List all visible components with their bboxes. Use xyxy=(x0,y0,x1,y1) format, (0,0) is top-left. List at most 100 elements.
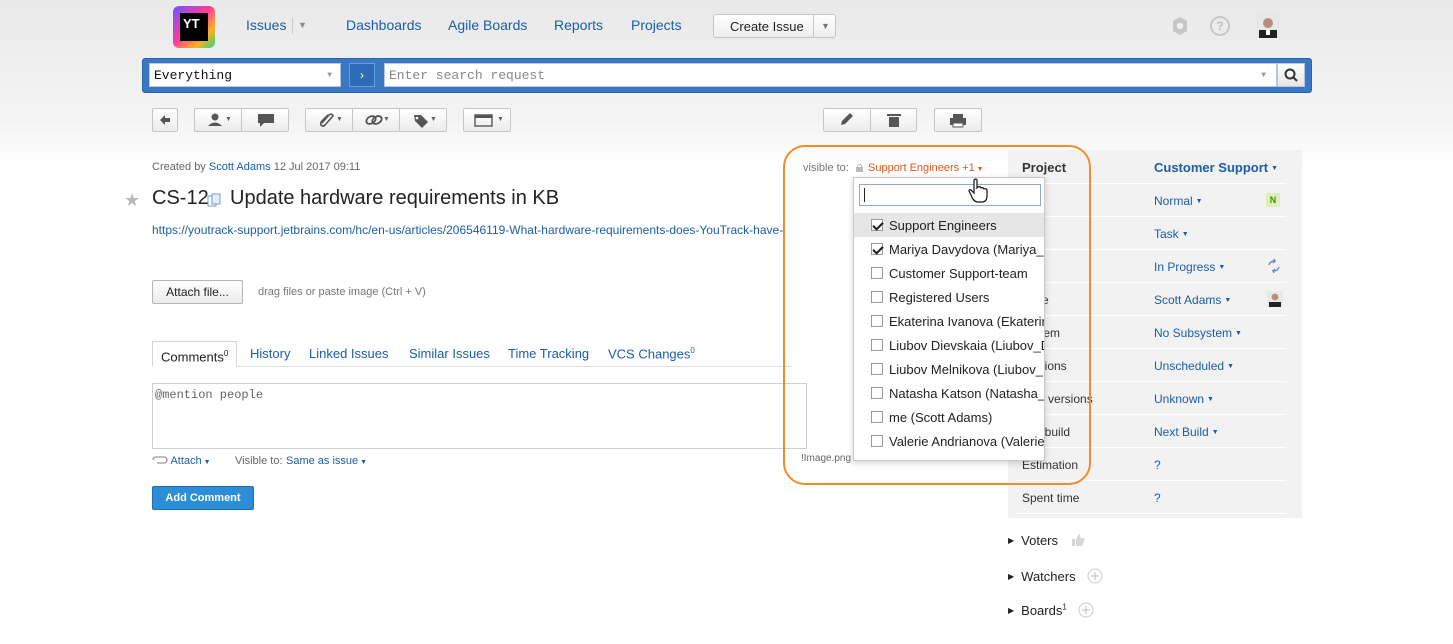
add-board-icon[interactable] xyxy=(1078,602,1094,618)
comment-visibility-select[interactable]: Same as issue ▼ xyxy=(286,455,367,467)
tab-comments-count: 0 xyxy=(223,349,229,358)
nav-projects[interactable]: Projects xyxy=(631,17,682,33)
chevron-down-icon: ▼ xyxy=(1227,363,1234,370)
comment-attach-link[interactable]: Attach ▼ xyxy=(152,455,211,467)
voters-section[interactable]: ▶ Voters xyxy=(1008,533,1086,548)
print-button[interactable] xyxy=(934,108,982,132)
field-value-text: Scott Adams xyxy=(1154,293,1222,307)
copy-icon[interactable] xyxy=(207,193,221,207)
edit-button[interactable] xyxy=(824,109,871,131)
author-link[interactable]: Scott Adams xyxy=(209,161,271,173)
help-icon[interactable]: ? xyxy=(1210,16,1230,36)
chevron-down-icon: ▼ xyxy=(1235,330,1242,337)
window-icon xyxy=(474,114,493,127)
thumbs-up-icon[interactable] xyxy=(1070,533,1086,547)
field-value[interactable]: Unknown ▼ xyxy=(1154,392,1214,406)
attach-file-button[interactable]: Attach file... xyxy=(152,280,243,304)
pencil-icon xyxy=(841,113,853,125)
nav-reports[interactable]: Reports xyxy=(554,17,603,33)
assign-comment-group: ▼ xyxy=(194,108,289,132)
field-value[interactable]: No Subsystem ▼ xyxy=(1154,326,1242,340)
chevron-down-icon: ▼ xyxy=(1195,198,1203,205)
star-icon[interactable]: ★ xyxy=(124,190,140,211)
back-button[interactable] xyxy=(152,108,178,132)
chevron-down-icon: ▼ xyxy=(1211,429,1219,436)
field-value-text: Task xyxy=(1154,227,1179,241)
add-comment-button[interactable]: Add Comment xyxy=(152,486,254,510)
nav-dashboards[interactable]: Dashboards xyxy=(346,17,422,33)
nav-issues[interactable]: Issues xyxy=(246,17,286,33)
boards-section[interactable]: ▶ Boards1 xyxy=(1008,602,1094,618)
search-context-select[interactable]: Everything ▼ xyxy=(149,63,341,87)
tab-time-tracking[interactable]: Time Tracking xyxy=(508,346,589,361)
create-issue-dropdown-icon[interactable]: ▼ xyxy=(821,21,830,31)
caret-right-icon: ▶ xyxy=(1008,536,1015,545)
field-value-text: Next Build xyxy=(1154,425,1209,439)
state-transition-icon[interactable] xyxy=(1267,259,1281,273)
voters-label: Voters xyxy=(1021,533,1059,548)
search-context-arrow-icon[interactable]: › xyxy=(349,63,375,87)
field-value-text: Customer Support xyxy=(1154,160,1269,175)
add-watcher-icon[interactable] xyxy=(1087,568,1103,584)
arrow-left-icon xyxy=(160,115,170,125)
create-issue-button[interactable]: Create Issue ▼ xyxy=(713,14,836,38)
field-value[interactable]: ? xyxy=(1154,491,1161,505)
link-issue-button[interactable]: ▼ xyxy=(353,109,400,131)
field-value-text: In Progress xyxy=(1154,260,1216,274)
field-value-text: Unknown xyxy=(1154,392,1205,406)
field-value[interactable]: Customer Support ▼ xyxy=(1154,160,1278,175)
comment-visible-label: Visible to: xyxy=(235,455,283,467)
nav-agile-boards[interactable]: Agile Boards xyxy=(448,17,527,33)
field-value[interactable]: Scott Adams ▼ xyxy=(1154,293,1231,307)
chevron-down-icon: ▼ xyxy=(1271,165,1279,172)
search-button[interactable] xyxy=(1277,63,1305,87)
chevron-down-icon: ▼ xyxy=(1207,396,1214,403)
issue-summary[interactable]: Update hardware requirements in KB xyxy=(230,187,559,210)
view-mode-button[interactable]: ▼ xyxy=(463,108,511,132)
boards-label: Boards xyxy=(1021,603,1063,618)
assign-user-button[interactable]: ▼ xyxy=(195,109,242,131)
attach-button[interactable]: ▼ xyxy=(306,109,353,131)
field-value[interactable]: Normal ▼ xyxy=(1154,194,1203,208)
caret-right-icon: ▶ xyxy=(1008,572,1015,581)
comment-icon[interactable] xyxy=(251,109,281,131)
issues-dropdown-icon[interactable]: ▼ xyxy=(298,20,307,30)
tab-comments[interactable]: Comments0 xyxy=(152,341,238,367)
chevron-down-icon: ▼ xyxy=(1218,264,1226,271)
youtrack-logo[interactable]: YT xyxy=(173,6,215,48)
tab-linked-issues[interactable]: Linked Issues xyxy=(309,346,389,361)
search-input[interactable]: Enter search request ▼ xyxy=(384,63,1277,87)
field-row: Spent time? xyxy=(1016,481,1286,514)
chevron-down-icon: ▼ xyxy=(327,71,332,80)
assignee-avatar xyxy=(1267,291,1283,307)
create-issue-label: Create Issue xyxy=(730,19,804,34)
tab-history[interactable]: History xyxy=(250,346,290,361)
field-value-text: Normal xyxy=(1154,194,1193,208)
printer-icon xyxy=(950,114,966,128)
chevron-down-icon: ▼ xyxy=(383,116,390,123)
button-divider xyxy=(813,15,814,37)
tab-vcs-changes[interactable]: VCS Changes0 xyxy=(608,346,695,361)
tab-similar-issues[interactable]: Similar Issues xyxy=(409,346,490,361)
trash-icon[interactable] xyxy=(871,109,917,131)
comment-textarea[interactable]: @mention people xyxy=(152,383,807,449)
description-link[interactable]: https://youtrack-support.jetbrains.com/h… xyxy=(152,223,783,237)
field-value[interactable]: ? xyxy=(1154,458,1161,472)
chevron-down-icon: ▼ xyxy=(358,459,368,466)
chevron-down-icon[interactable]: ▼ xyxy=(1261,71,1266,80)
created-info: Created by Scott Adams 12 Jul 2017 09:11 xyxy=(152,161,360,173)
field-value[interactable]: In Progress ▼ xyxy=(1154,260,1225,274)
avatar[interactable] xyxy=(1256,14,1280,38)
field-value-text: ? xyxy=(1154,491,1161,505)
attach-link-tag-group: ▼ ▼ ▼ xyxy=(305,108,447,132)
field-value[interactable]: Unscheduled ▼ xyxy=(1154,359,1234,373)
watchers-section[interactable]: ▶ Watchers xyxy=(1008,568,1103,584)
created-prefix: Created by xyxy=(152,161,206,173)
tag-button[interactable]: ▼ xyxy=(400,109,447,131)
field-value[interactable]: Next Build ▼ xyxy=(1154,425,1219,439)
comment-placeholder: @mention people xyxy=(155,388,264,402)
comment-visibility-value: Same as issue xyxy=(286,455,359,467)
field-value[interactable]: Task ▼ xyxy=(1154,227,1189,241)
settings-gear-icon[interactable] xyxy=(1170,16,1190,36)
search-icon xyxy=(1284,68,1298,82)
